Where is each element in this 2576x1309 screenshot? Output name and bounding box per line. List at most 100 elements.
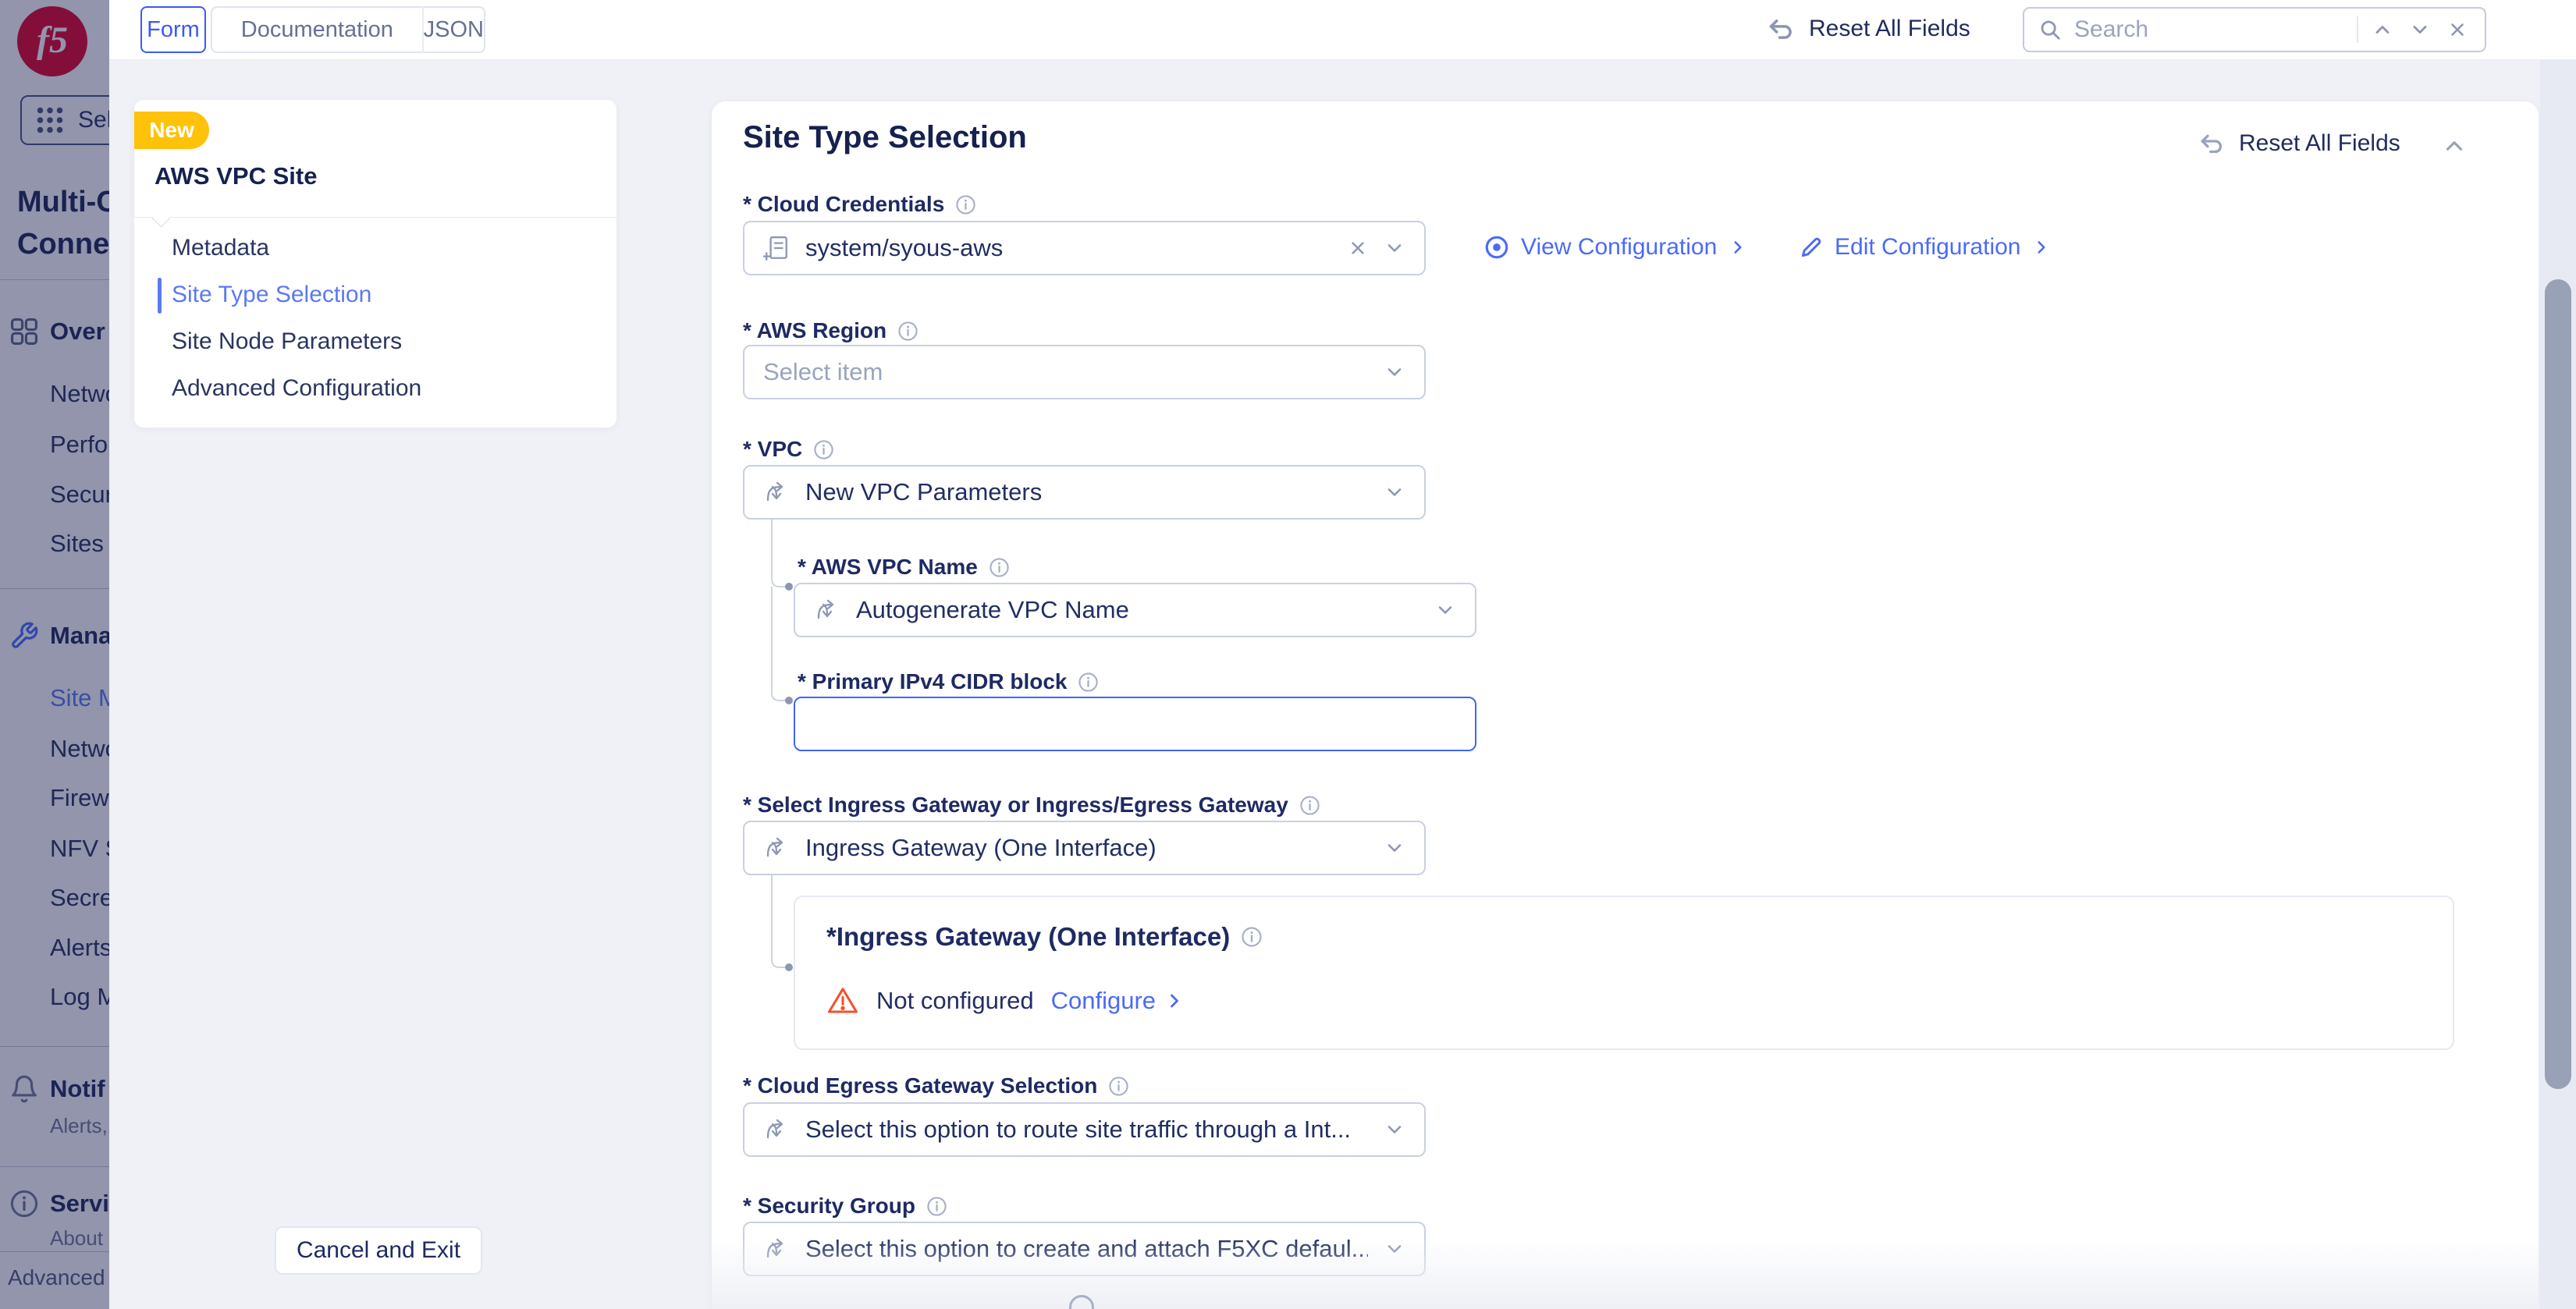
tab-documentation[interactable]: Documentation bbox=[212, 6, 424, 53]
reset-all-fields-label: Reset All Fields bbox=[1809, 16, 1970, 41]
ingress-gateway-card: *Ingress Gateway (One Interface) Not con… bbox=[794, 896, 2454, 1050]
aws-vpc-name-select[interactable]: Autogenerate VPC Name bbox=[794, 583, 1476, 637]
wizard-step-site-type-selection[interactable]: Site Type Selection bbox=[172, 282, 371, 308]
search-box bbox=[2023, 7, 2486, 52]
form-panel: Site Type Selection Reset All Fields * C… bbox=[712, 101, 2539, 1309]
edit-configuration-link[interactable]: Edit Configuration bbox=[1799, 234, 2052, 261]
cancel-and-exit-button[interactable]: Cancel and Exit bbox=[275, 1226, 482, 1275]
ingress-card-heading: *Ingress Gateway (One Interface) bbox=[826, 922, 1263, 952]
info-icon[interactable] bbox=[1108, 1076, 1129, 1097]
wizard-divider-notch bbox=[151, 208, 171, 228]
not-configured-text: Not configured bbox=[876, 987, 1034, 1014]
configure-link[interactable]: Configure bbox=[1051, 987, 1185, 1015]
vpc-value: New VPC Parameters bbox=[805, 478, 1043, 506]
close-icon bbox=[2451, 23, 2464, 36]
cloud-credentials-value: system/syous-aws bbox=[805, 234, 1004, 261]
configure-label: Configure bbox=[1050, 987, 1157, 1014]
info-icon[interactable] bbox=[897, 321, 918, 342]
branch-option-icon bbox=[766, 481, 783, 502]
aws-vpc-name-value: Autogenerate VPC Name bbox=[856, 596, 1129, 623]
security-group-select[interactable]: Select this option to create and attach … bbox=[743, 1222, 1426, 1276]
tab-form[interactable]: Form bbox=[140, 6, 206, 53]
info-icon[interactable] bbox=[1299, 795, 1320, 816]
scrollbar-thumb[interactable] bbox=[2545, 279, 2571, 1089]
wizard-step-site-node-parameters[interactable]: Site Node Parameters bbox=[172, 328, 402, 355]
primary-cidr-input[interactable] bbox=[794, 697, 1476, 751]
tab-json[interactable]: JSON bbox=[424, 6, 484, 53]
info-icon[interactable] bbox=[1241, 926, 1263, 948]
chevron-up-icon bbox=[2375, 26, 2389, 34]
chevron-down-icon bbox=[1387, 368, 1402, 376]
primary-cidr-label: * Primary IPv4 CIDR block bbox=[798, 669, 1099, 694]
chevron-down-icon bbox=[1387, 1126, 1402, 1133]
ingress-status-row: Not configured Configure bbox=[826, 984, 1185, 1017]
chevron-right-icon bbox=[2038, 241, 2046, 254]
credential-object-icon bbox=[763, 236, 787, 261]
egress-gateway-label-text: * Cloud Egress Gateway Selection bbox=[743, 1073, 1098, 1098]
modal-topbar: Form Documentation JSON Reset All Fields bbox=[109, 0, 2576, 60]
active-step-indicator bbox=[158, 278, 162, 314]
branch-option-icon bbox=[817, 599, 834, 619]
info-icon[interactable] bbox=[926, 1196, 947, 1217]
search-close-button[interactable] bbox=[2444, 16, 2471, 43]
aws-region-select[interactable]: Select item bbox=[743, 345, 1426, 399]
chevron-down-icon bbox=[1387, 844, 1402, 852]
info-icon[interactable] bbox=[989, 557, 1010, 578]
egress-gateway-value: Select this option to route site traffic… bbox=[805, 1116, 1352, 1143]
search-next-button[interactable] bbox=[2407, 16, 2433, 43]
chevron-down-icon bbox=[1438, 606, 1452, 614]
ingress-card-heading-text: *Ingress Gateway (One Interface) bbox=[826, 922, 1231, 951]
vpc-label-text: * VPC bbox=[743, 437, 803, 461]
aws-region-label-text: * AWS Region bbox=[743, 318, 887, 342]
chevron-right-icon bbox=[1734, 241, 1742, 254]
ingress-gateway-select[interactable]: Ingress Gateway (One Interface) bbox=[743, 821, 1426, 875]
new-badge: New bbox=[134, 112, 209, 149]
wizard-step-advanced-configuration[interactable]: Advanced Configuration bbox=[172, 375, 421, 402]
chevron-down-icon bbox=[1387, 1245, 1402, 1253]
egress-gateway-select[interactable]: Select this option to route site traffic… bbox=[743, 1102, 1426, 1157]
branch-option-icon bbox=[766, 1119, 783, 1139]
view-configuration-link[interactable]: View Configuration bbox=[1483, 234, 1748, 261]
view-icon bbox=[1485, 236, 1508, 259]
search-divider bbox=[2357, 16, 2358, 43]
reset-all-fields-button[interactable]: Reset All Fields bbox=[1767, 14, 1970, 44]
edit-configuration-label: Edit Configuration bbox=[1835, 234, 2021, 260]
chevron-down-icon bbox=[2413, 26, 2427, 34]
aws-region-label: * AWS Region bbox=[743, 318, 918, 343]
wizard-step-metadata[interactable]: Metadata bbox=[172, 235, 269, 261]
chevron-right-icon bbox=[1171, 994, 1178, 1008]
clear-icon[interactable] bbox=[1348, 238, 1368, 258]
cloud-credentials-label: * Cloud Credentials bbox=[743, 192, 976, 217]
reset-icon bbox=[1769, 19, 1792, 39]
search-prev-button[interactable] bbox=[2369, 16, 2396, 43]
branch-option-icon bbox=[766, 837, 783, 857]
info-icon[interactable] bbox=[813, 439, 834, 460]
cloud-credentials-select[interactable]: system/syous-aws bbox=[743, 221, 1426, 275]
security-group-label-text: * Security Group bbox=[743, 1194, 915, 1218]
cloud-credentials-label-text: * Cloud Credentials bbox=[743, 192, 945, 216]
view-configuration-label: View Configuration bbox=[1521, 234, 1718, 260]
vpc-select[interactable]: New VPC Parameters bbox=[743, 465, 1426, 520]
tab-group: Documentation JSON bbox=[211, 6, 485, 53]
ingress-gateway-label: * Select Ingress Gateway or Ingress/Egre… bbox=[743, 793, 1320, 818]
ingress-gateway-label-text: * Select Ingress Gateway or Ingress/Egre… bbox=[743, 793, 1288, 817]
search-icon bbox=[2041, 20, 2060, 40]
app-screen: f5 Selec Multi-Cl Connec Over Netwo Perf… bbox=[0, 0, 2576, 1309]
vpc-label: * VPC bbox=[743, 437, 834, 462]
security-group-label: * Security Group bbox=[743, 1194, 947, 1219]
warning-icon bbox=[827, 988, 858, 1013]
info-icon[interactable] bbox=[1078, 672, 1099, 693]
wizard-title: AWS VPC Site bbox=[155, 162, 318, 190]
search-input[interactable] bbox=[2073, 16, 2346, 44]
edit-pencil-icon bbox=[1801, 237, 1821, 257]
aws-vpc-name-label-text: * AWS VPC Name bbox=[798, 555, 978, 579]
egress-gateway-label: * Cloud Egress Gateway Selection bbox=[743, 1073, 1129, 1098]
modal-dim-overlay bbox=[0, 0, 109, 1309]
wizard-divider bbox=[134, 217, 616, 218]
branch-option-icon bbox=[766, 1238, 783, 1258]
primary-cidr-label-text: * Primary IPv4 CIDR block bbox=[798, 669, 1068, 694]
wizard-nav-panel: New AWS VPC Site Metadata Site Type Sele… bbox=[134, 100, 616, 427]
aws-vpc-name-label: * AWS VPC Name bbox=[798, 555, 1010, 580]
chevron-down-icon bbox=[1387, 488, 1402, 496]
info-icon[interactable] bbox=[955, 194, 976, 215]
